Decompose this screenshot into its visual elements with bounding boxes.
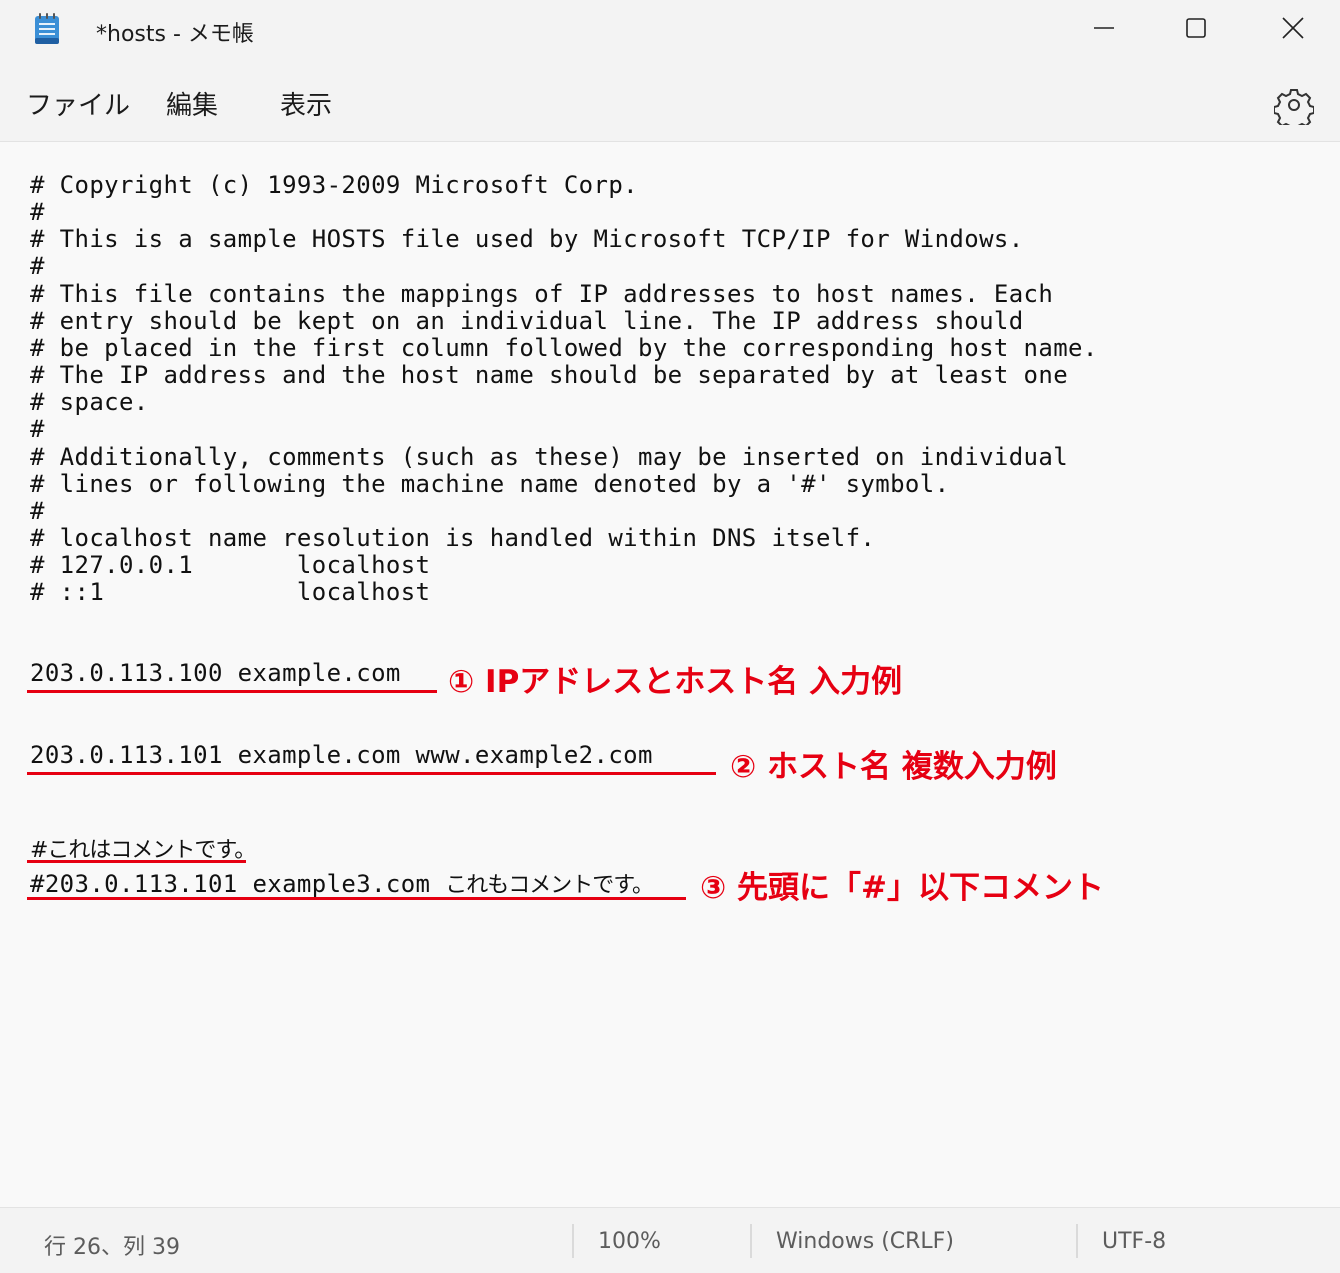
minimize-icon (1094, 27, 1114, 29)
menu-view[interactable]: 表示 (280, 85, 332, 122)
status-cursor-position: 行 26、列 39 (44, 1235, 180, 1260)
hosts-comment-block: # Copyright (c) 1993-2009 Microsoft Corp… (30, 171, 1098, 607)
status-zoom[interactable]: 100% (598, 1229, 661, 1254)
underline-3 (27, 860, 246, 863)
hosts-entry-2: 203.0.113.101 example.com www.example2.c… (30, 741, 653, 769)
status-encoding[interactable]: UTF-8 (1102, 1229, 1166, 1254)
menu-bar: ファイル 編集 表示 (0, 62, 1340, 142)
close-button[interactable] (1270, 8, 1316, 48)
annotation-2: ② ホスト名 複数入力例 (730, 749, 1057, 785)
annotation-3: ③ 先頭に「#」以下コメント (700, 870, 1105, 906)
underline-1 (27, 690, 437, 693)
minimize-button[interactable] (1081, 8, 1127, 48)
underline-4 (27, 897, 686, 900)
comment-entry-code: #203.0.113.101 example3.com (30, 870, 446, 898)
window-title: *hosts - メモ帳 (96, 22, 254, 47)
menu-edit[interactable]: 編集 (166, 85, 218, 122)
annotation-1: ① IPアドレスとホスト名 入力例 (448, 664, 903, 700)
gear-icon[interactable] (1274, 85, 1314, 125)
status-divider (750, 1224, 752, 1258)
underline-2 (27, 772, 716, 775)
title-bar: *hosts - メモ帳 (0, 0, 1340, 62)
status-divider (572, 1224, 574, 1258)
hosts-comment-entry: #203.0.113.101 example3.com これもコメントです。 (30, 867, 654, 899)
menu-file[interactable]: ファイル (26, 85, 130, 122)
status-bar: 行 26、列 39 100% Windows (CRLF) UTF-8 (0, 1207, 1340, 1273)
maximize-button[interactable] (1173, 8, 1219, 48)
status-divider (1076, 1224, 1078, 1258)
maximize-icon (1186, 18, 1206, 38)
comment-entry-jp: これもコメントです。 (445, 873, 654, 898)
status-line-ending[interactable]: Windows (CRLF) (776, 1229, 954, 1254)
notepad-icon (35, 13, 59, 44)
close-icon (1282, 17, 1304, 39)
hosts-entry-1: 203.0.113.100 example.com (30, 659, 401, 687)
